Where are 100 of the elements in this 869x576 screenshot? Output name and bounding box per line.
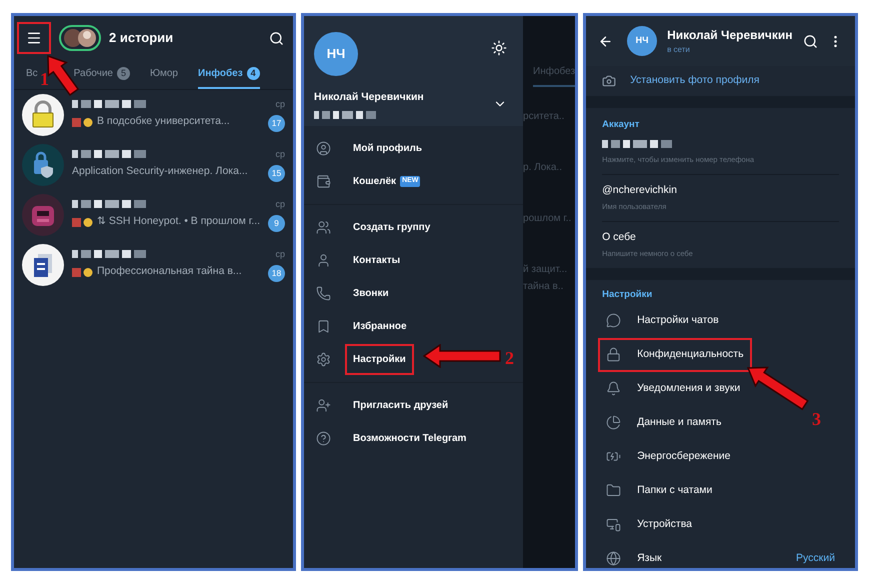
menu-item[interactable]: Избранное xyxy=(304,310,415,343)
blurred-phone-number xyxy=(314,110,376,119)
settings-item-label: Энергосбережение xyxy=(637,448,730,464)
menu-item-label: Кошелёк xyxy=(352,175,398,189)
menu-item[interactable]: Контакты xyxy=(304,244,408,277)
lock-icon xyxy=(606,347,622,362)
unread-count: 15 xyxy=(268,164,286,182)
settings-item[interactable]: Данные и память xyxy=(598,406,730,440)
profile-icon xyxy=(316,141,332,156)
padlock-avatar-icon xyxy=(22,94,64,136)
step-number: 1 xyxy=(40,68,49,91)
dimmed-preview-text: тайна в.. xyxy=(523,280,564,294)
settings-item[interactable]: Папки с чатами xyxy=(598,474,720,508)
menu-item-label: Возможности Telegram xyxy=(352,432,468,446)
settings-item[interactable]: Устройства xyxy=(598,508,700,542)
settings-item[interactable]: Энергосбережение xyxy=(598,440,738,474)
menu-item-label: Контакты xyxy=(352,254,402,268)
settings-item[interactable]: Язык Русский xyxy=(598,542,843,576)
unread-count: 18 xyxy=(268,264,286,282)
profile-avatar: НЧ xyxy=(627,26,658,56)
user-name: Николай Черевичкин xyxy=(314,90,424,105)
menu-button[interactable] xyxy=(17,22,51,54)
menu-item-label: Мой профиль xyxy=(352,142,424,156)
section-heading: Аккаунт xyxy=(602,118,640,132)
settings-item[interactable]: Конфиденциальность xyxy=(598,338,752,372)
chat-row[interactable]: Application Security-инженер. Лока... ср 15 xyxy=(14,140,294,190)
chat-row[interactable]: Профессиональная тайна в... ср 18 xyxy=(14,240,294,290)
message-preview: ⇅ SSH Honeypot. • В прошлом г... xyxy=(97,214,260,230)
search-icon[interactable] xyxy=(269,30,284,46)
settings-item-label: Уведомления и звуки xyxy=(637,380,740,396)
menu-item[interactable]: Звонки xyxy=(304,277,397,310)
chat-time: ср xyxy=(276,248,286,262)
person-icon xyxy=(316,253,332,268)
menu-item-label: Создать группу xyxy=(352,221,432,235)
step-number: 3 xyxy=(812,408,821,431)
globe-icon xyxy=(606,551,622,566)
stories-title: 2 истории xyxy=(109,29,174,48)
phone-icon xyxy=(316,286,332,301)
field-value: @ncherevichkin xyxy=(602,182,678,198)
back-icon[interactable] xyxy=(598,34,614,48)
dimmed-preview-text: й защит... xyxy=(523,263,568,277)
unread-count: 17 xyxy=(268,114,286,132)
bookmark-icon xyxy=(316,319,332,334)
settings-item-label: Конфиденциальность xyxy=(637,346,744,362)
chat-row[interactable]: ⇅ SSH Honeypot. • В прошлом г... ср 9 xyxy=(14,190,294,240)
tab-count: 5 xyxy=(117,67,130,80)
menu-item[interactable]: Пригласить друзей xyxy=(304,389,456,422)
dimmed-preview-text: рситета.. xyxy=(523,110,566,124)
document-avatar-icon xyxy=(22,244,64,286)
settings-item-label: Настройки чатов xyxy=(637,312,719,328)
menu-item[interactable]: Настройки xyxy=(304,343,414,376)
menu-item-label: Избранное xyxy=(352,320,408,334)
message-preview: Application Security-инженер. Лока... xyxy=(72,164,248,180)
menu-item-label: Звонки xyxy=(352,287,390,301)
menu-icon xyxy=(26,30,42,46)
menu-item[interactable]: Мой профиль xyxy=(304,132,430,165)
step-number: 2 xyxy=(505,347,514,370)
menu-item[interactable]: Возможности Telegram xyxy=(304,422,474,455)
settings-item-label: Данные и память xyxy=(637,414,722,430)
menu-item-label: Пригласить друзей xyxy=(352,399,450,413)
profile-name: Николай Черевичкин xyxy=(667,27,793,44)
set-photo-row[interactable]: Установить фото профиля xyxy=(586,66,855,96)
camera-icon xyxy=(602,74,616,88)
folder-icon xyxy=(606,483,622,498)
people-icon xyxy=(316,220,332,235)
settings-item-value: Русский xyxy=(796,550,835,566)
field-value: О себе xyxy=(602,230,637,244)
section-heading: Настройки xyxy=(601,288,654,302)
settings-item[interactable]: Настройки чатов xyxy=(598,304,727,338)
chat-row[interactable]: В подсобке университета... ср 17 xyxy=(14,90,294,140)
settings-icon xyxy=(316,352,332,367)
story-avatars-icon[interactable] xyxy=(59,25,101,51)
set-photo-label: Установить фото профиля xyxy=(630,73,760,88)
search-icon[interactable] xyxy=(803,34,818,48)
dimmed-preview-text: р. Лока.. xyxy=(523,161,563,175)
dimmed-preview-text: рошлом г.. xyxy=(523,212,572,226)
pie-chart-icon xyxy=(606,415,622,430)
chat-time: ср xyxy=(276,98,286,112)
help-icon xyxy=(316,431,332,446)
settings-item-label: Язык xyxy=(637,550,663,566)
devices-icon xyxy=(606,517,622,532)
robot-avatar-icon xyxy=(22,194,64,236)
unread-count: 9 xyxy=(268,214,286,232)
add-person-icon xyxy=(316,398,332,413)
folder-tab[interactable]: Вс xyxy=(26,66,38,89)
folder-tab[interactable]: Инфобез 4 xyxy=(198,66,260,89)
settings-item-label: Устройства xyxy=(637,516,692,532)
menu-item[interactable]: Создать группу xyxy=(304,211,438,244)
speech-bubble-icon xyxy=(606,313,622,328)
folder-tab[interactable]: Юмор xyxy=(150,66,178,89)
shield-avatar-icon xyxy=(22,144,64,186)
wallet-icon xyxy=(316,174,332,189)
dimmed-tab-label: Инфобез xyxy=(533,64,576,87)
settings-item[interactable]: Уведомления и звуки xyxy=(598,372,748,406)
bell-icon xyxy=(606,381,622,396)
message-preview: Профессиональная тайна в... xyxy=(97,264,242,280)
menu-item-label: Настройки xyxy=(345,344,414,375)
message-preview: В подсобке университета... xyxy=(97,114,230,130)
sun-icon[interactable] xyxy=(491,40,508,56)
settings-item-label: Папки с чатами xyxy=(637,482,712,498)
